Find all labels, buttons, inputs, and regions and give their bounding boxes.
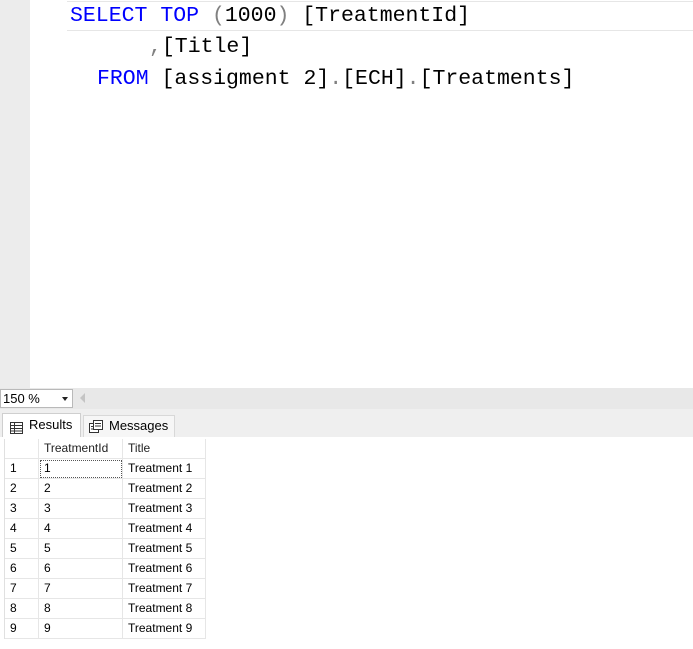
zoom-dropdown[interactable]: 150 %: [0, 389, 73, 408]
query-editor[interactable]: SELECT TOP (1000) [TreatmentId] ,[Title]…: [0, 0, 693, 388]
dot-2: .: [406, 67, 420, 91]
row-number-cell[interactable]: 3: [5, 499, 39, 519]
grid-icon: [10, 419, 23, 441]
tab-messages[interactable]: Messages: [83, 415, 175, 437]
paren-close: ): [276, 4, 290, 28]
keyword-top: TOP: [160, 4, 200, 28]
column-treatmentid: [TreatmentId]: [302, 4, 471, 28]
title-cell[interactable]: Treatment 5: [123, 539, 206, 559]
zoom-bar: 150 %: [0, 388, 693, 409]
editor-gutter: [0, 0, 30, 388]
treatmentid-cell[interactable]: 1: [39, 459, 123, 479]
row-number-cell[interactable]: 2: [5, 479, 39, 499]
treatmentid-cell[interactable]: 5: [39, 539, 123, 559]
treatmentid-cell[interactable]: 8: [39, 599, 123, 619]
zoom-value: 150 %: [3, 391, 40, 406]
tab-results[interactable]: Results: [2, 413, 81, 437]
column-header-treatmentid[interactable]: TreatmentId: [39, 439, 123, 459]
title-cell[interactable]: Treatment 4: [123, 519, 206, 539]
tab-results-label: Results: [29, 417, 73, 432]
keyword-from: FROM: [97, 67, 149, 91]
tab-messages-label: Messages: [109, 418, 169, 433]
scroll-left-icon[interactable]: [80, 393, 85, 403]
title-cell[interactable]: Treatment 2: [123, 479, 206, 499]
messages-icon: [89, 419, 103, 439]
treatmentid-cell[interactable]: 9: [39, 619, 123, 639]
schema-name: [ECH]: [342, 67, 407, 91]
treatmentid-cell[interactable]: 6: [39, 559, 123, 579]
row-number-header: [5, 439, 39, 459]
code-line-2: ,[Title]: [149, 31, 252, 63]
row-number-cell[interactable]: 9: [5, 619, 39, 639]
title-cell[interactable]: Treatment 7: [123, 579, 206, 599]
row-number-cell[interactable]: 5: [5, 539, 39, 559]
treatmentid-cell[interactable]: 7: [39, 579, 123, 599]
title-cell[interactable]: Treatment 9: [123, 619, 206, 639]
results-panel: Results Messages TreatmentId Title 1 1 Tre…: [0, 409, 693, 649]
column-header-title[interactable]: Title: [123, 439, 206, 459]
comma: ,: [149, 35, 162, 59]
title-cell[interactable]: Treatment 8: [123, 599, 206, 619]
row-number-cell[interactable]: 6: [5, 559, 39, 579]
chevron-down-icon: [62, 397, 68, 401]
table-name: [Treatments]: [419, 67, 575, 91]
treatmentid-cell[interactable]: 2: [39, 479, 123, 499]
keyword-select: SELECT: [70, 4, 148, 28]
results-grid[interactable]: TreatmentId Title 1 1 Treatment 1 2 2 Treatme…: [4, 439, 206, 639]
title-cell[interactable]: Treatment 3: [123, 499, 206, 519]
treatmentid-cell[interactable]: 3: [39, 499, 123, 519]
row-number-cell[interactable]: 1: [5, 459, 39, 479]
row-number-cell[interactable]: 4: [5, 519, 39, 539]
title-cell[interactable]: Treatment 6: [123, 559, 206, 579]
top-count: 1000: [224, 4, 277, 28]
results-tab-bar: Results Messages: [0, 409, 693, 437]
paren-open: (: [211, 4, 225, 28]
dot-1: .: [329, 67, 343, 91]
row-number-cell[interactable]: 7: [5, 579, 39, 599]
column-title: [Title]: [161, 35, 253, 59]
title-cell[interactable]: Treatment 1: [123, 459, 206, 479]
code-line-3: FROM [assigment 2].[ECH].[Treatments]: [97, 63, 574, 95]
database-name: [assigment 2]: [161, 67, 330, 91]
treatmentid-cell[interactable]: 4: [39, 519, 123, 539]
row-number-cell[interactable]: 8: [5, 599, 39, 619]
code-line-1: SELECT TOP (1000) [TreatmentId]: [70, 0, 470, 32]
